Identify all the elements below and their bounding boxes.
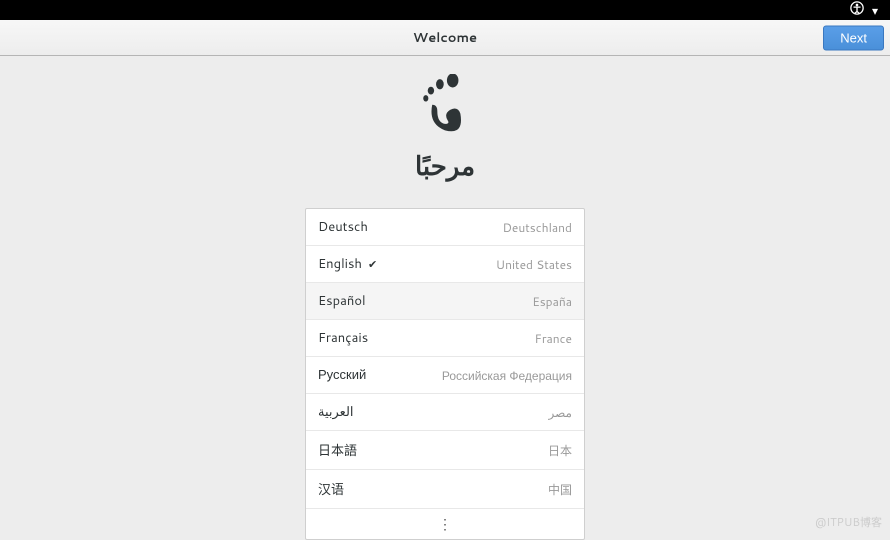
language-country: مصر [549, 404, 572, 421]
language-name: 汉语 [318, 479, 344, 499]
language-row-chinese[interactable]: 汉语 中国 [306, 470, 584, 509]
language-list: Deutsch Deutschland English ✔ United Sta… [305, 208, 585, 540]
page-title: Welcome [413, 29, 477, 47]
accessibility-icon[interactable] [850, 1, 864, 19]
gnome-logo-icon [413, 74, 477, 138]
language-country: France [535, 330, 572, 347]
watermark: @ITPUB博客 [815, 514, 882, 530]
more-languages-button[interactable]: ⋮ [306, 509, 584, 539]
language-name: Français [318, 329, 368, 347]
dropdown-icon[interactable]: ▾ [872, 2, 878, 19]
language-row-espanol[interactable]: Español España [306, 283, 584, 320]
language-row-japanese[interactable]: 日本語 日本 [306, 431, 584, 470]
language-country: 中国 [548, 481, 572, 498]
language-row-deutsch[interactable]: Deutsch Deutschland [306, 209, 584, 246]
greeting-text: مرحبًا [415, 148, 475, 184]
language-name: 日本語 [318, 440, 357, 460]
language-name: Deutsch [318, 218, 368, 236]
top-panel: ▾ [0, 0, 890, 20]
language-country: 日本 [548, 442, 572, 459]
next-button[interactable]: Next [823, 25, 884, 50]
language-country: Российская Федерация [442, 367, 572, 384]
language-name: Русский [318, 366, 366, 384]
language-name: العربية [318, 403, 354, 421]
language-row-francais[interactable]: Français France [306, 320, 584, 357]
language-country: Deutschland [502, 219, 572, 236]
more-icon: ⋮ [438, 517, 452, 531]
language-country: United States [496, 256, 572, 273]
language-row-english[interactable]: English ✔ United States [306, 246, 584, 283]
checkmark-icon: ✔ [368, 256, 377, 272]
language-name: English ✔ [318, 255, 377, 273]
language-name: Español [318, 292, 366, 310]
language-country: España [532, 293, 572, 310]
language-row-arabic[interactable]: العربية مصر [306, 394, 584, 431]
header-bar: Welcome Next [0, 20, 890, 56]
language-row-russian[interactable]: Русский Российская Федерация [306, 357, 584, 394]
main-content: مرحبًا Deutsch Deutschland English ✔ Uni… [0, 56, 890, 540]
